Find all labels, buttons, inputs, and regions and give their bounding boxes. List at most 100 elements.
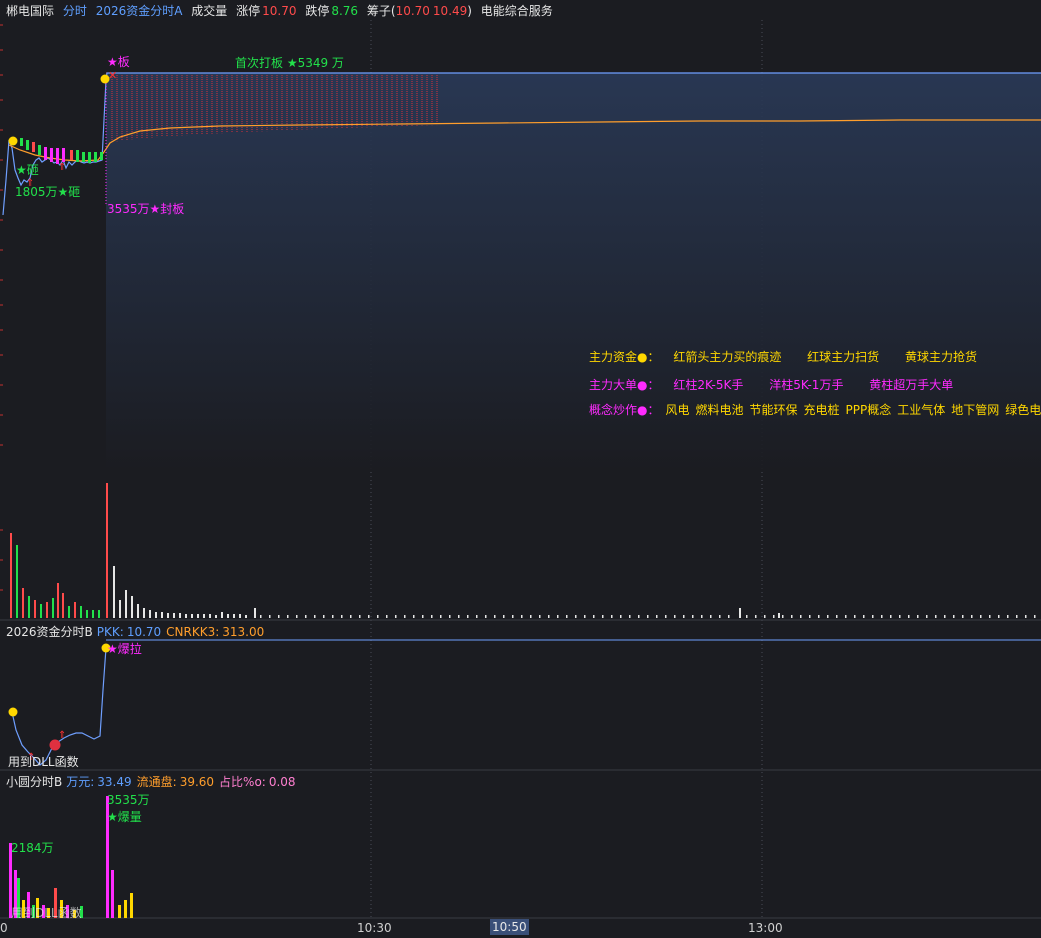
volume-bar	[778, 613, 780, 618]
volume-bar	[221, 612, 223, 618]
volume-bar	[185, 614, 187, 618]
volume-bar	[739, 608, 741, 618]
money-bar	[20, 138, 23, 146]
volume-bar	[332, 615, 334, 618]
volume-bar	[512, 615, 514, 618]
volume-bar	[191, 614, 193, 618]
volume-bar	[476, 615, 478, 618]
volume-bar	[431, 615, 433, 618]
volume-bar	[485, 615, 487, 618]
legend-concepts: 概念炒作●： 风电燃料电池节能环保充电桩 PPP概念工业气体地下管网绿色电力	[589, 401, 1041, 418]
volume-bar	[269, 615, 271, 618]
volume-bar	[575, 615, 577, 618]
volume-bar	[209, 614, 211, 618]
panel2-name[interactable]: 2026资金分时B	[6, 625, 93, 639]
legend-big-orders: 主力大单●： 红柱2K-5K手 洋柱5K-1万手 黄柱超万手大单	[589, 376, 975, 393]
volume-bar	[314, 615, 316, 618]
volume-bar	[296, 615, 298, 618]
volume-bar	[98, 610, 100, 618]
volume-bar	[620, 615, 622, 618]
concept-tag: 地下管网	[951, 403, 1000, 417]
volume-bar	[74, 602, 76, 618]
seal-board-label: 3535万★封板	[107, 202, 185, 216]
pkk-label: PKK:	[96, 625, 124, 639]
volume-bar	[113, 566, 115, 618]
money-bar	[62, 148, 65, 162]
left-axis-ticks	[0, 24, 3, 591]
volume-bar	[692, 615, 694, 618]
wan-label: 万元:	[66, 775, 95, 789]
volume-bar	[719, 615, 721, 618]
volume-bar	[908, 615, 910, 618]
volume-bar	[800, 615, 802, 618]
red-ball-icon[interactable]	[49, 739, 61, 751]
volume-bar	[701, 615, 703, 618]
volume-bar	[125, 590, 127, 618]
volume-bar	[57, 583, 59, 618]
concept-tag: 节能环保	[749, 403, 798, 417]
volume-bar	[62, 593, 64, 618]
volume-bar	[503, 615, 505, 618]
volume-bar	[926, 615, 928, 618]
volume-bar	[143, 608, 145, 618]
money-bar	[70, 150, 73, 160]
volume-bar	[149, 610, 151, 618]
board-star-label: ★板	[107, 55, 130, 69]
volume-bar	[665, 615, 667, 618]
volume-bar	[377, 615, 379, 618]
volume-bar	[155, 612, 157, 618]
panel3-name[interactable]: 小圆分时B	[6, 775, 62, 789]
volume-bar	[254, 608, 256, 618]
yellow-ball-icon[interactable]	[8, 707, 18, 717]
money-bar	[76, 150, 79, 162]
legend-title: 主力大单●：	[589, 378, 660, 392]
legend-item: 黄球主力抢货	[905, 350, 978, 364]
concept-tag: 工业气体	[897, 403, 946, 417]
volume-bar	[962, 615, 964, 618]
ratio-label: 占比%o:	[219, 775, 266, 789]
volume-bar	[584, 615, 586, 618]
yellow-ball-icon[interactable]	[8, 136, 18, 146]
money-bar	[38, 145, 41, 155]
volume-bar	[227, 614, 229, 618]
volume-bar	[710, 615, 712, 618]
volume-bar	[440, 615, 442, 618]
volume-bar	[890, 615, 892, 618]
flow-bar	[111, 870, 114, 918]
time-axis-current[interactable]: 10:50	[490, 919, 529, 935]
time-axis-start: 0	[0, 921, 8, 935]
concept-tag: 绿色电力	[1005, 403, 1041, 417]
volume-bar	[10, 533, 12, 618]
price-chart[interactable]: ✕ ⇑ ⇑ ⇑ ⇑	[0, 0, 1041, 938]
volume-bar	[131, 596, 133, 618]
float-label: 流通盘:	[136, 775, 177, 789]
volume-bar	[827, 615, 829, 618]
volume-bar	[1034, 615, 1036, 618]
volume-bar	[764, 615, 766, 618]
amount-2184-label: 2184万	[11, 841, 54, 855]
volume-bar	[557, 615, 559, 618]
volume-bar	[215, 615, 217, 618]
volume-bar	[137, 604, 139, 618]
legend-title: 主力资金●：	[589, 350, 660, 364]
volume-bar	[34, 600, 36, 618]
red-arrow-icon: ⇑	[58, 730, 66, 741]
volume-bar	[611, 615, 613, 618]
float-value: 39.60	[179, 775, 215, 789]
volume-bar	[197, 614, 199, 618]
first-board-label: 首次打板 ★5349 万	[235, 56, 344, 70]
volume-bar	[239, 614, 241, 618]
time-axis-1300: 13:00	[748, 921, 783, 935]
volume-bar	[46, 602, 48, 618]
legend-item: 黄柱超万手大单	[869, 378, 954, 392]
volume-bar	[593, 615, 595, 618]
volume-bar	[278, 615, 280, 618]
volume-bar	[449, 615, 451, 618]
money-bar	[32, 142, 35, 152]
surge-label: ★爆拉	[107, 642, 142, 656]
volume-bar	[161, 612, 163, 618]
time-axis-1030: 10:30	[357, 921, 392, 935]
volume-bar	[980, 615, 982, 618]
concept-tag: 风电	[665, 403, 690, 417]
volume-bar	[92, 610, 94, 618]
